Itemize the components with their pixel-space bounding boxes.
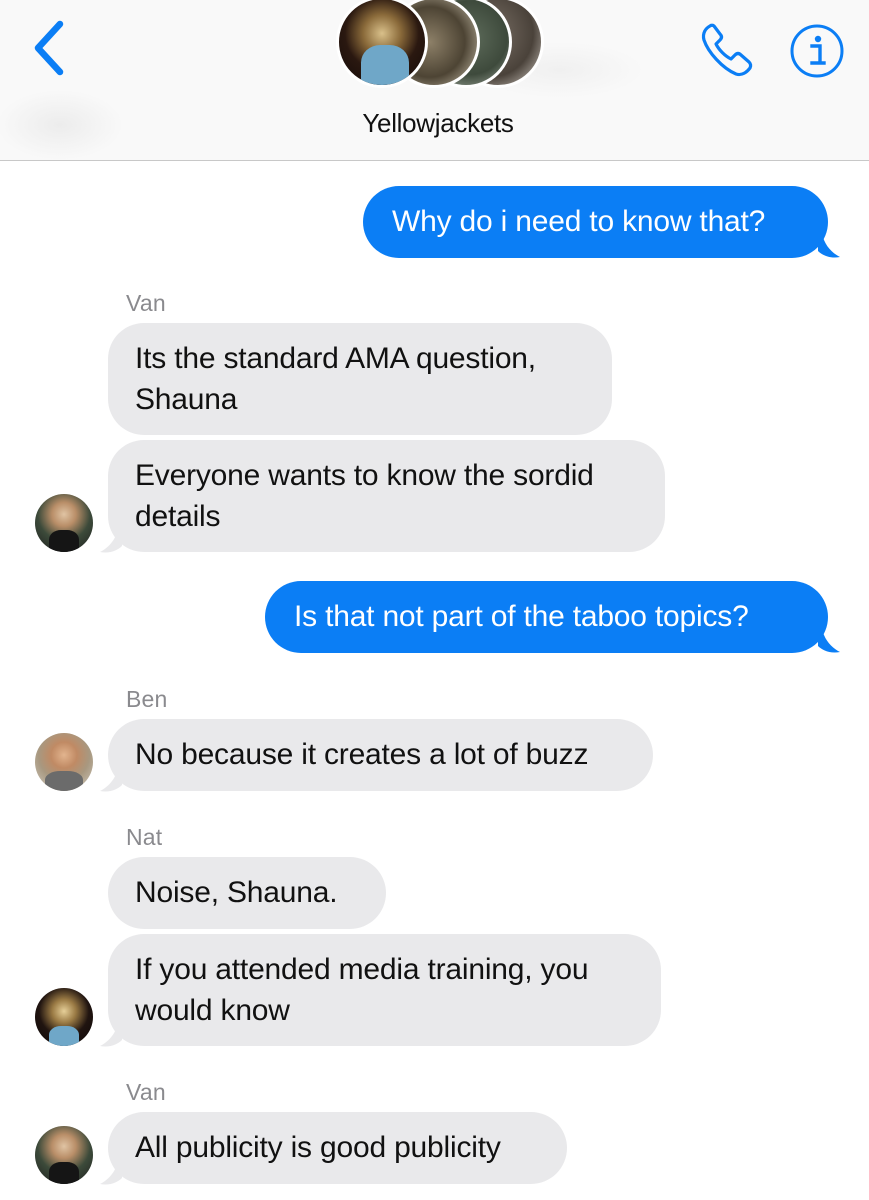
avatar-van[interactable] xyxy=(35,494,93,552)
group-member-avatar xyxy=(336,0,428,88)
avatar-van[interactable] xyxy=(35,1126,93,1184)
bubble-tail xyxy=(100,1160,122,1185)
info-icon xyxy=(790,24,844,78)
message-text-line: details xyxy=(135,500,221,533)
bubble-tail xyxy=(100,767,122,792)
message-text-line: Everyone wants to know the sordid xyxy=(135,459,594,492)
avatar-nat[interactable] xyxy=(35,988,93,1046)
message-text: No because it creates a lot of buzz xyxy=(135,738,589,771)
incoming-message-bubble[interactable]: No because it creates a lot of buzz xyxy=(108,719,653,791)
message-text-line: Shauna xyxy=(135,383,238,416)
bubble-tail xyxy=(100,528,122,553)
incoming-message-bubble[interactable]: All publicity is good publicity xyxy=(108,1112,567,1184)
sender-name: Ben xyxy=(126,686,168,712)
outgoing-message-bubble[interactable]: Is that not part of the taboo topics? xyxy=(265,581,828,653)
conversation-header: Yellowjackets xyxy=(0,0,869,161)
message-text: Why do i need to know that? xyxy=(392,205,766,238)
message-text: Noise, Shauna. xyxy=(135,876,338,909)
message-text: Is that not part of the taboo topics? xyxy=(294,600,749,633)
back-button[interactable] xyxy=(26,16,78,80)
phone-icon xyxy=(701,23,753,77)
message-text-line: would know xyxy=(135,994,290,1027)
group-title[interactable]: Yellowjackets xyxy=(0,108,869,139)
info-button[interactable] xyxy=(788,22,846,80)
sender-name: Van xyxy=(126,290,166,316)
sender-name: Nat xyxy=(126,824,163,850)
incoming-message-bubble[interactable]: Noise, Shauna. xyxy=(108,857,386,929)
message-text-line: If you attended media training, you xyxy=(135,953,589,986)
outgoing-message-bubble[interactable]: Why do i need to know that? xyxy=(363,186,828,258)
incoming-message-bubble[interactable]: If you attended media training, you woul… xyxy=(108,934,661,1046)
incoming-message-bubble[interactable]: Everyone wants to know the sordid detail… xyxy=(108,440,665,552)
avatar-ben[interactable] xyxy=(35,733,93,791)
chevron-left-icon xyxy=(34,20,64,76)
message-text: All publicity is good publicity xyxy=(135,1131,501,1164)
sender-name: Van xyxy=(126,1079,166,1105)
message-text-line: Its the standard AMA question, xyxy=(135,342,536,375)
group-avatar-stack[interactable] xyxy=(336,0,546,96)
call-button[interactable] xyxy=(696,20,756,80)
incoming-message-bubble[interactable]: Its the standard AMA question, Shauna xyxy=(108,323,612,435)
bubble-tail xyxy=(100,1022,122,1047)
bubble-tail xyxy=(818,628,840,653)
bubble-tail xyxy=(818,233,840,258)
